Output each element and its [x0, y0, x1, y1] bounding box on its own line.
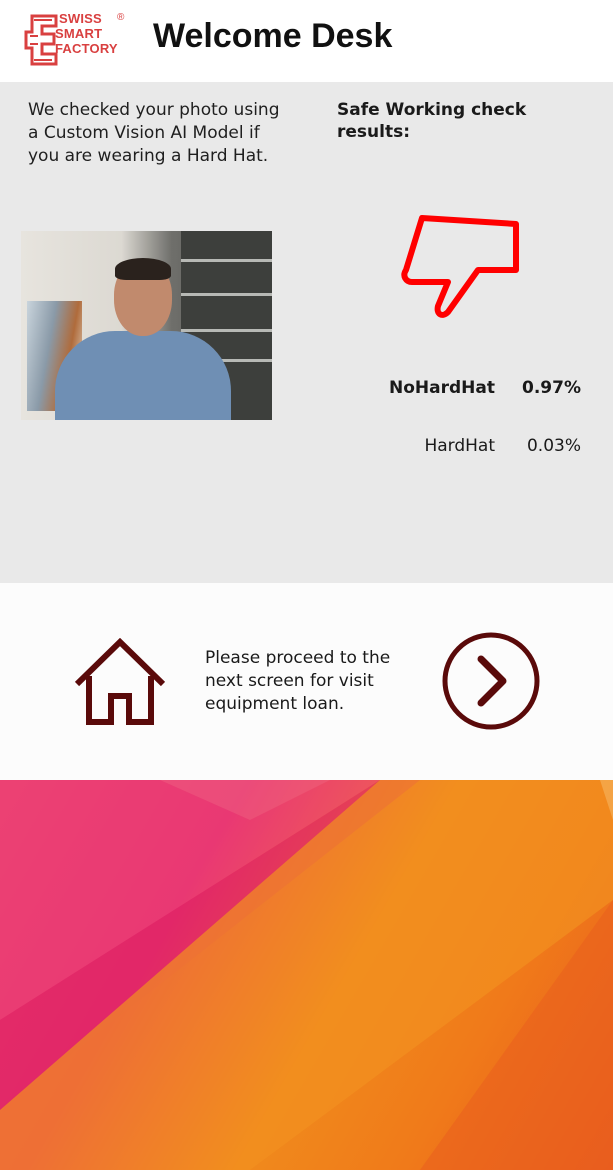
- thumbs-down-icon: [401, 215, 519, 318]
- desktop-wallpaper: [0, 780, 613, 1170]
- proceed-band: Please proceed to the next screen for vi…: [0, 583, 613, 780]
- result-tag: NoHardHat: [389, 378, 495, 398]
- intro-text: We checked your photo using a Custom Vis…: [28, 100, 280, 166]
- next-screen-button[interactable]: [441, 631, 541, 731]
- chevron-right-circle-icon: [442, 632, 540, 730]
- header: SWISS SMART FACTORY ® Welcome Desk: [0, 0, 613, 82]
- result-panel: We checked your photo using a Custom Vis…: [0, 82, 613, 583]
- registered-mark: ®: [117, 12, 125, 23]
- results-heading: Safe Working check results:: [337, 100, 527, 142]
- logo-line-factory: FACTORY: [55, 41, 118, 56]
- result-probability: 0.03%: [526, 436, 581, 456]
- page-title: Welcome Desk: [153, 17, 393, 55]
- result-tag: HardHat: [424, 436, 495, 456]
- captured-photo: [21, 231, 272, 420]
- result-row-nohardhat: NoHardHat 0.97%: [330, 378, 581, 402]
- logo-wordmark: SWISS SMART FACTORY: [55, 11, 118, 56]
- swiss-smart-factory-logo: SWISS SMART FACTORY ®: [24, 10, 134, 70]
- logo-line-swiss: SWISS: [59, 11, 102, 26]
- proceed-text: Please proceed to the next screen for vi…: [205, 648, 391, 714]
- home-icon[interactable]: [73, 638, 167, 728]
- wallpaper-shapes: [0, 780, 613, 1170]
- logo-line-smart: SMART: [55, 26, 103, 41]
- result-probability: 0.97%: [522, 378, 581, 398]
- result-row-hardhat: HardHat 0.03%: [330, 436, 581, 460]
